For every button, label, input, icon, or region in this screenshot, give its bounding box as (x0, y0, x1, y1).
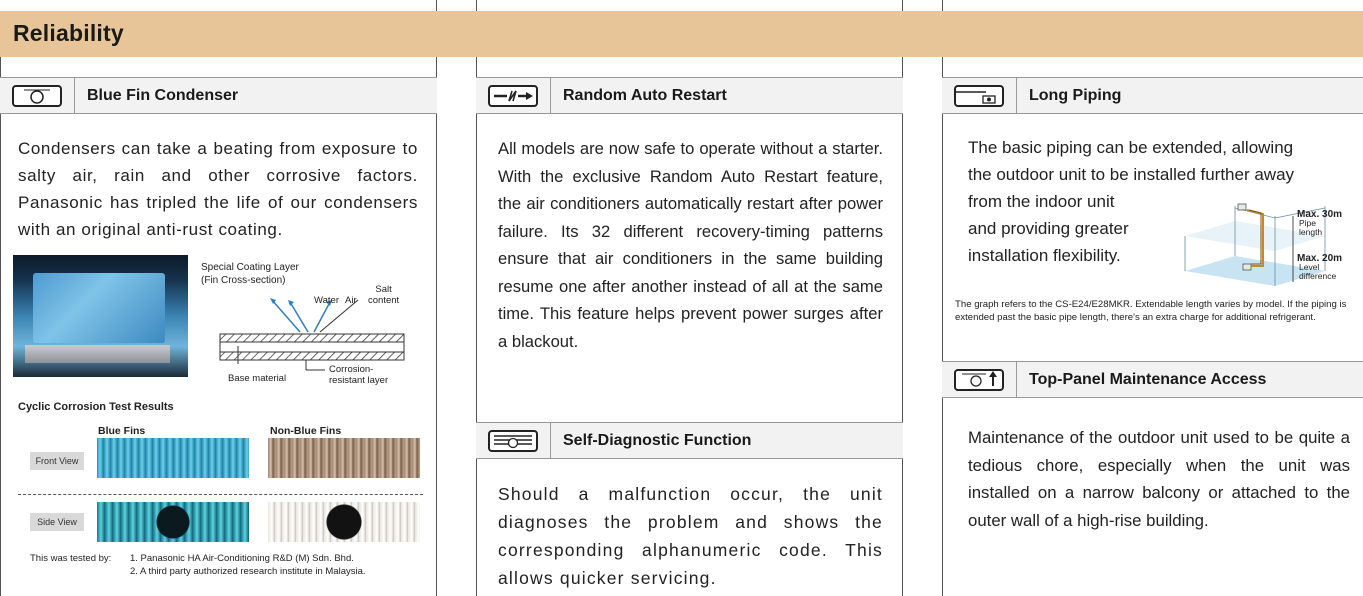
pipe-length-line2: length (1299, 227, 1323, 237)
section-title: Blue Fin Condenser (87, 87, 239, 104)
self-diagnostic-description: Should a malfunction occur, the unit dia… (498, 484, 883, 588)
column-divider-top (436, 0, 437, 11)
blue-fins-side-photo (97, 502, 249, 542)
divider-dashed (18, 494, 423, 495)
top-panel-access-icon (954, 369, 1004, 391)
non-blue-fins-label: Non-Blue Fins (270, 425, 342, 437)
blue-fins-label: Blue Fins (98, 425, 146, 437)
icon-cell (476, 78, 551, 113)
section-title: Random Auto Restart (563, 87, 727, 104)
salt-line2: content (368, 295, 400, 306)
salt-line1: Salt (375, 284, 392, 295)
power-restart-icon (488, 85, 538, 107)
tester-2: 2. A third party authorized research ins… (130, 566, 366, 577)
section-title: Long Piping (1029, 87, 1122, 104)
level-difference-label: Level difference (1299, 263, 1336, 281)
column-divider-top (902, 0, 903, 11)
condenser-base (25, 345, 170, 363)
pipe-length-label: Pipe length (1299, 219, 1322, 237)
tester-1: 1. Panasonic HA Air-Conditioning R&D (M)… (130, 553, 354, 564)
blue-fin-description: Condensers can take a beating from expos… (18, 139, 418, 239)
front-view-label: Front View (30, 452, 84, 470)
page-title: Reliability (13, 20, 124, 46)
non-blue-fins-front-photo (268, 438, 420, 478)
corrosion-line1: Corrosion- (329, 364, 374, 375)
test-results-title: Cyclic Corrosion Test Results (18, 401, 174, 413)
section-header-self-diagnostic: Self-Diagnostic Function (476, 422, 903, 459)
section-header-blue-fin: Blue Fin Condenser (0, 77, 437, 114)
long-piping-line3: from the indoor unit (968, 192, 1115, 211)
diagnostic-panel-icon (488, 430, 538, 452)
column-border (476, 57, 477, 596)
long-piping-line2: the outdoor unit to be installed further… (968, 165, 1295, 184)
long-piping-line1: The basic piping can be extended, allowi… (968, 138, 1294, 157)
blue-fins-front-photo (97, 438, 249, 478)
section-header-top-panel: Top-Panel Maintenance Access (942, 361, 1363, 398)
level-line2: difference (1299, 271, 1337, 281)
section-header-long-piping: Long Piping (942, 77, 1363, 114)
corrosion-line2: resistant layer (329, 375, 389, 386)
top-panel-description: Maintenance of the outdoor unit used to … (968, 428, 1350, 530)
auto-restart-description: All models are now safe to operate witho… (498, 139, 883, 351)
coating-diagram-title: Special Coating Layer (Fin Cross-section… (201, 261, 299, 287)
coating-title-line1: Special Coating Layer (201, 262, 299, 273)
outdoor-unit-icon (12, 85, 62, 107)
column-divider-top (476, 0, 477, 11)
condenser-photo (13, 255, 188, 377)
water-label: Water (314, 295, 339, 306)
long-piping-line5: installation flexibility. (968, 246, 1121, 265)
salt-label: Salt content (368, 284, 399, 306)
long-piping-line4: and providing greater (968, 219, 1129, 238)
column-border (0, 57, 1, 596)
column-border (902, 57, 903, 596)
side-view-label: Side View (30, 513, 84, 531)
corrosion-layer-label: Corrosion- resistant layer (329, 364, 388, 386)
column-border (436, 57, 437, 596)
tested-by-label: This was tested by: (30, 553, 112, 564)
icon-cell (476, 423, 551, 458)
non-blue-fins-side-photo (268, 502, 420, 542)
air-label: Air (345, 295, 357, 306)
piping-note: The graph refers to the CS-E24/E28MKR. E… (955, 299, 1347, 323)
section-header-auto-restart: Random Auto Restart (476, 77, 903, 114)
icon-cell (0, 78, 75, 113)
column-border (942, 57, 943, 596)
section-title: Top-Panel Maintenance Access (1029, 371, 1267, 388)
icon-cell (942, 78, 1017, 113)
piping-icon (954, 85, 1004, 107)
coating-title-line2: (Fin Cross-section) (201, 275, 286, 286)
section-title: Self-Diagnostic Function (563, 432, 752, 449)
base-material-label: Base material (228, 373, 287, 384)
icon-cell (942, 362, 1017, 397)
section-banner: Reliability (0, 11, 1363, 57)
column-divider-top (942, 0, 943, 11)
condenser-body (33, 273, 165, 343)
